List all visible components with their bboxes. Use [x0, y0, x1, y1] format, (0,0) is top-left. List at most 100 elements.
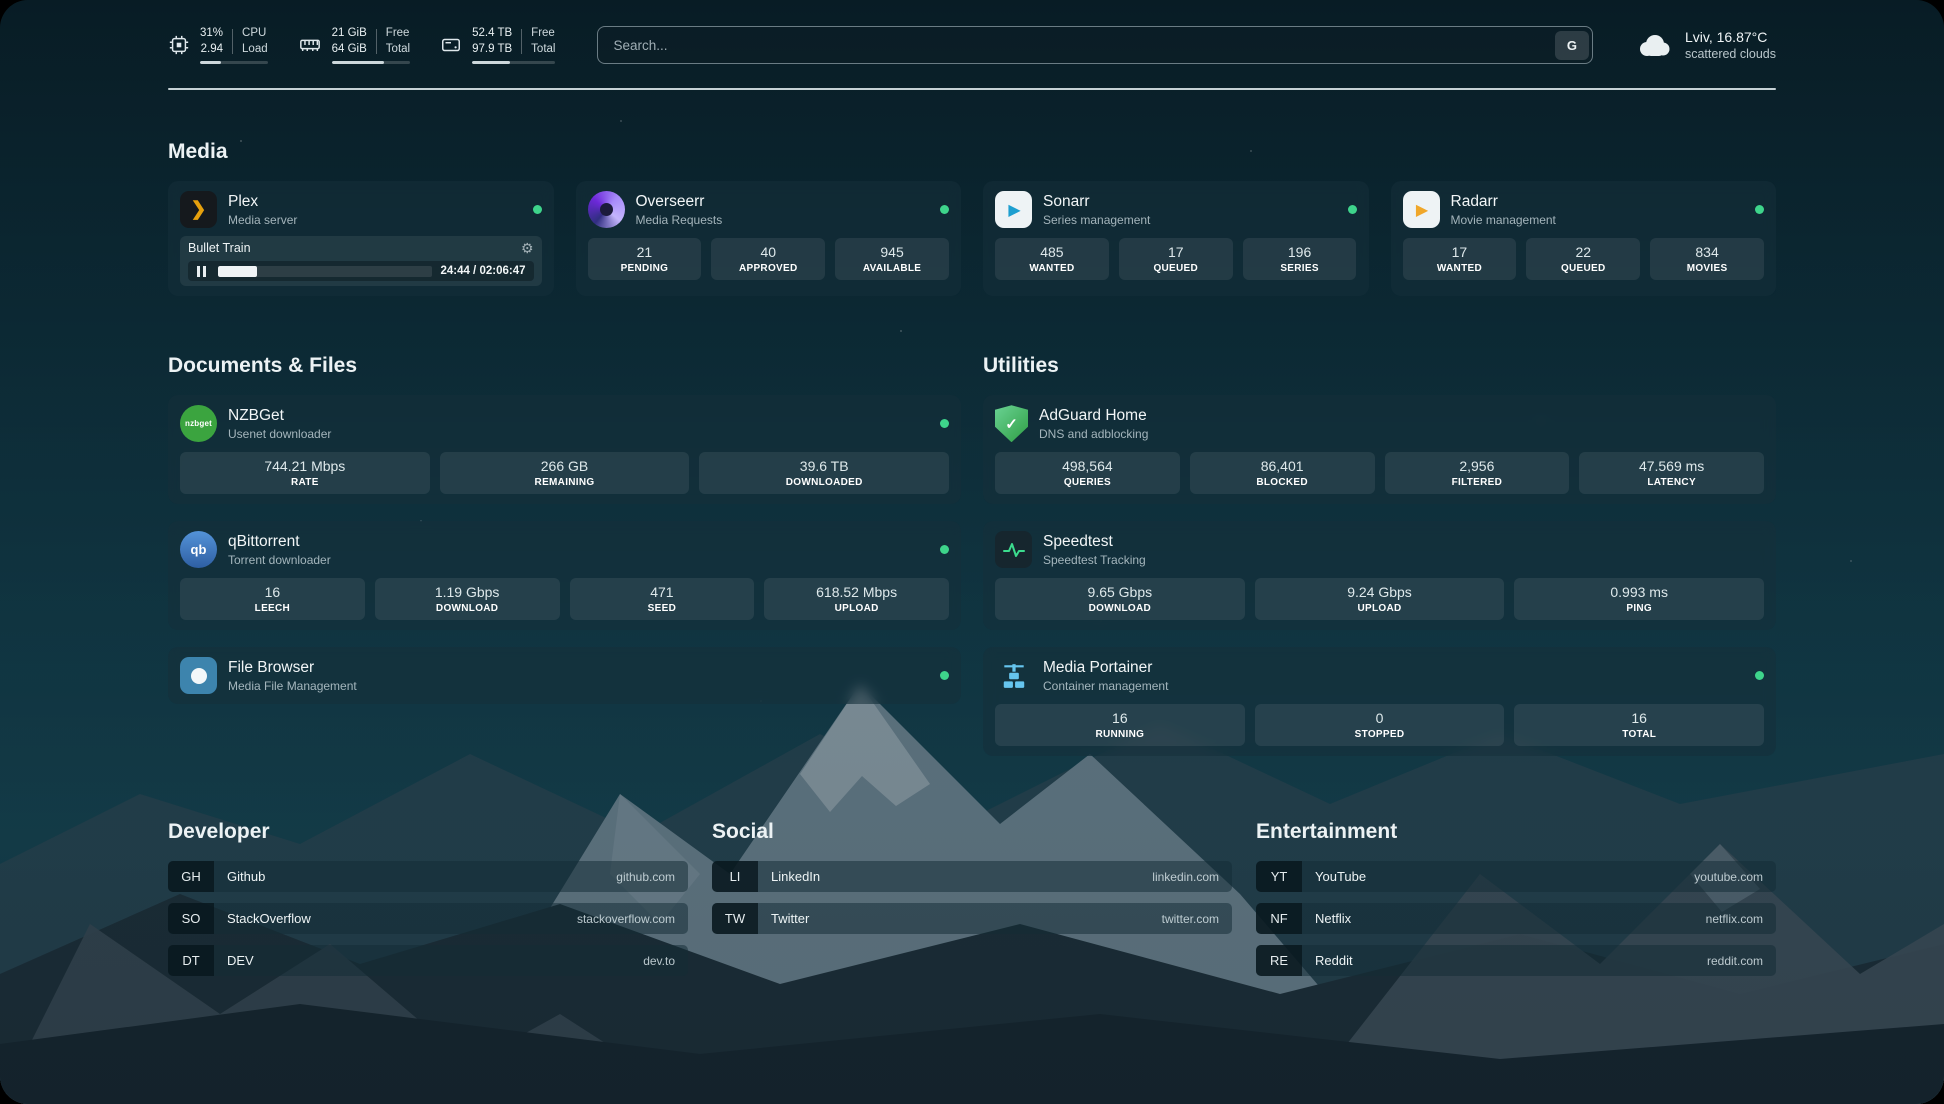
bookmark-name: Twitter — [771, 911, 809, 926]
service-card-sonarr[interactable]: ▶ Sonarr Series management 485WANTED 17Q… — [983, 181, 1369, 296]
service-subtitle: Usenet downloader — [228, 427, 331, 441]
disk-total: 97.9 TB — [472, 42, 512, 58]
stat-wanted: 17WANTED — [1403, 238, 1517, 280]
stat-running: 16RUNNING — [995, 704, 1245, 746]
weather-widget[interactable]: Lviv, 16.87°C scattered clouds — [1635, 29, 1776, 61]
bookmarks-entertainment: Entertainment YT YouTube youtube.com NF … — [1256, 802, 1776, 987]
service-title: File Browser — [228, 659, 357, 677]
divider — [376, 29, 377, 54]
stat-wanted: 485WANTED — [995, 238, 1109, 280]
stat-blocked: 86,401BLOCKED — [1190, 452, 1375, 494]
gear-icon[interactable]: ⚙ — [521, 241, 534, 255]
service-card-adguard[interactable]: ✓ AdGuard Home DNS and adblocking 498,56… — [983, 395, 1776, 504]
stat-available: 945AVAILABLE — [835, 238, 949, 280]
bookmarks-social: Social LI LinkedIn linkedin.com TW Twitt… — [712, 802, 1232, 987]
stat-leech: 16LEECH — [180, 578, 365, 620]
disk-label-2: Total — [531, 42, 555, 58]
stat-filtered: 2,956FILTERED — [1385, 452, 1570, 494]
weather-location: Lviv, 16.87°C — [1685, 29, 1776, 45]
stat-queued: 17QUEUED — [1119, 238, 1233, 280]
bookmark-dev[interactable]: DT DEV dev.to — [168, 945, 688, 976]
status-dot — [533, 205, 542, 214]
portainer-icon — [995, 657, 1032, 694]
bookmark-reddit[interactable]: RE Reddit reddit.com — [1256, 945, 1776, 976]
service-title: NZBGet — [228, 407, 331, 425]
service-subtitle: Movie management — [1451, 213, 1556, 227]
stat-downloaded: 39.6 TBDOWNLOADED — [699, 452, 949, 494]
section-heading-entertainment: Entertainment — [1256, 820, 1776, 844]
service-title: Overseerr — [636, 193, 723, 211]
status-dot — [1348, 205, 1357, 214]
bookmark-stackoverflow[interactable]: SO StackOverflow stackoverflow.com — [168, 903, 688, 934]
service-card-portainer[interactable]: Media Portainer Container management 16R… — [983, 647, 1776, 756]
dashboard-content: 31% 2.94 CPU Load — [0, 0, 1944, 1104]
service-card-filebrowser[interactable]: File Browser Media File Management — [168, 647, 961, 704]
cpu-label: CPU — [242, 26, 268, 42]
service-subtitle: Media Requests — [636, 213, 723, 227]
bookmark-abbr: RE — [1256, 945, 1302, 976]
cloud-icon — [1635, 31, 1673, 59]
bookmark-name: YouTube — [1315, 869, 1366, 884]
service-title: qBittorrent — [228, 533, 331, 551]
plex-now-playing: Bullet Train ⚙ 24:44 / 02:06:47 — [180, 236, 542, 286]
nzbget-icon: nzbget — [180, 405, 217, 442]
search-input[interactable] — [601, 38, 1555, 53]
service-subtitle: DNS and adblocking — [1039, 427, 1148, 441]
status-dot — [940, 671, 949, 680]
section-heading-documents: Documents & Files — [168, 354, 961, 378]
disk-widget: 52.4 TB 97.9 TB Free Total — [440, 26, 555, 64]
top-bar: 31% 2.94 CPU Load — [168, 26, 1776, 64]
bookmark-abbr: NF — [1256, 903, 1302, 934]
media-grid: ❯ Plex Media server Bullet Train ⚙ — [168, 181, 1776, 296]
stat-upload: 9.24 GbpsUPLOAD — [1255, 578, 1505, 620]
divider — [521, 29, 522, 54]
stat-download: 1.19 GbpsDOWNLOAD — [375, 578, 560, 620]
search-provider-button[interactable]: G — [1555, 31, 1589, 60]
bookmark-abbr: YT — [1256, 861, 1302, 892]
service-card-qbittorrent[interactable]: qb qBittorrent Torrent downloader 16LEEC… — [168, 521, 961, 630]
pause-button[interactable] — [193, 266, 210, 277]
plex-progress-strip: 24:44 / 02:06:47 — [188, 261, 534, 281]
status-dot — [940, 205, 949, 214]
bookmark-github[interactable]: GH Github github.com — [168, 861, 688, 892]
divider — [232, 29, 233, 54]
stat-queued: 22QUEUED — [1526, 238, 1640, 280]
documents-column: Documents & Files nzbget NZBGet Usenet d… — [168, 336, 961, 704]
plex-progress-bar[interactable] — [218, 266, 432, 277]
memory-icon — [298, 34, 322, 56]
header-divider — [168, 88, 1776, 90]
service-card-plex[interactable]: ❯ Plex Media server Bullet Train ⚙ — [168, 181, 554, 296]
bookmark-name: Github — [227, 869, 265, 884]
bookmark-name: StackOverflow — [227, 911, 311, 926]
bookmark-abbr: LI — [712, 861, 758, 892]
stat-download: 9.65 GbpsDOWNLOAD — [995, 578, 1245, 620]
disk-icon — [440, 34, 462, 56]
bookmark-url: github.com — [616, 870, 675, 884]
service-card-overseerr[interactable]: Overseerr Media Requests 21PENDING 40APP… — [576, 181, 962, 296]
bookmark-youtube[interactable]: YT YouTube youtube.com — [1256, 861, 1776, 892]
stat-pending: 21PENDING — [588, 238, 702, 280]
service-card-speedtest[interactable]: Speedtest Speedtest Tracking 9.65 GbpsDO… — [983, 521, 1776, 630]
bookmark-name: Netflix — [1315, 911, 1351, 926]
weather-condition: scattered clouds — [1685, 47, 1776, 61]
memory-free: 21 GiB — [332, 26, 367, 42]
service-subtitle: Media File Management — [228, 679, 357, 693]
service-card-nzbget[interactable]: nzbget NZBGet Usenet downloader 744.21 M… — [168, 395, 961, 504]
service-subtitle: Media server — [228, 213, 297, 227]
bookmark-url: linkedin.com — [1152, 870, 1219, 884]
bookmark-linkedin[interactable]: LI LinkedIn linkedin.com — [712, 861, 1232, 892]
overseerr-icon — [588, 191, 625, 228]
stat-total: 16TOTAL — [1514, 704, 1764, 746]
service-title: Media Portainer — [1043, 659, 1168, 677]
service-title: Plex — [228, 193, 297, 211]
service-card-radarr[interactable]: ▶ Radarr Movie management 17WANTED 22QUE… — [1391, 181, 1777, 296]
plex-time: 24:44 / 02:06:47 — [440, 265, 525, 277]
stat-approved: 40APPROVED — [711, 238, 825, 280]
bookmark-netflix[interactable]: NF Netflix netflix.com — [1256, 903, 1776, 934]
bookmark-twitter[interactable]: TW Twitter twitter.com — [712, 903, 1232, 934]
bookmark-name: Reddit — [1315, 953, 1353, 968]
service-title: Speedtest — [1043, 533, 1146, 551]
stat-movies: 834MOVIES — [1650, 238, 1764, 280]
memory-total: 64 GiB — [332, 42, 367, 58]
memory-widget: 21 GiB 64 GiB Free Total — [298, 26, 410, 64]
